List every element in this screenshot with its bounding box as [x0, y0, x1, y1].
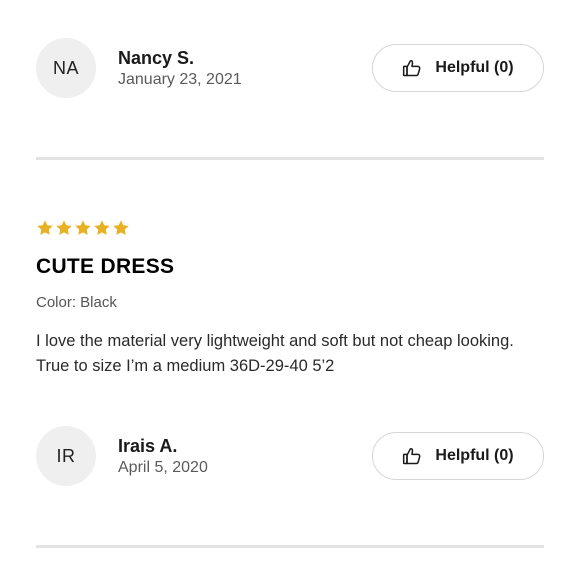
review-author-row-nancy: NA Nancy S. January 23, 2021 Helpful (0) — [36, 37, 544, 99]
review-divider — [36, 157, 544, 160]
author-name: Nancy S. — [118, 47, 195, 68]
author-name: Irais A. — [118, 435, 178, 456]
star-icon — [74, 219, 92, 237]
review-item: CUTE DRESS Color: Black I love the mater… — [36, 219, 544, 379]
star-rating — [36, 219, 544, 237]
review-color-option: Color: Black — [36, 294, 117, 311]
review-date: April 5, 2020 — [118, 458, 208, 476]
review-author-row-irais: IR Irais A. April 5, 2020 Helpful (0) — [36, 425, 544, 487]
thumbs-up-icon — [402, 446, 422, 466]
review-body: I love the material very lightweight and… — [36, 332, 514, 375]
helpful-button[interactable]: Helpful (0) — [372, 432, 544, 480]
helpful-button[interactable]: Helpful (0) — [372, 44, 544, 92]
avatar-initials: IR — [56, 445, 76, 466]
star-icon — [55, 219, 73, 237]
review-date: January 23, 2021 — [118, 70, 242, 88]
author-info: Nancy S. January 23, 2021 — [118, 47, 372, 90]
avatar: NA — [36, 38, 96, 98]
star-icon — [36, 219, 54, 237]
helpful-label: Helpful (0) — [435, 59, 514, 76]
thumbs-up-icon — [402, 58, 422, 78]
helpful-label: Helpful (0) — [435, 447, 514, 464]
review-title: CUTE DRESS — [36, 255, 175, 278]
avatar: IR — [36, 426, 96, 486]
author-info: Irais A. April 5, 2020 — [118, 435, 372, 478]
avatar-initials: NA — [52, 57, 79, 78]
star-icon — [112, 219, 130, 237]
star-icon — [93, 219, 111, 237]
review-divider — [36, 545, 544, 548]
